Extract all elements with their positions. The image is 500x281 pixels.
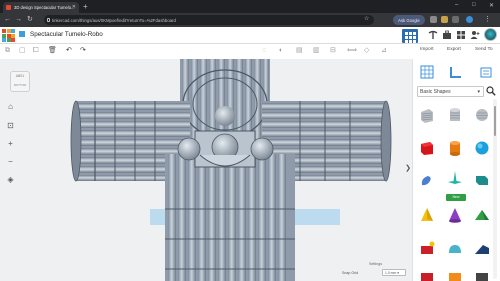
new-badge: New (446, 194, 466, 201)
designs-menu-icon[interactable] (19, 31, 25, 37)
3d-workplane-viewport[interactable]: ABS1 BOTTOM ⌂ ⊡ + − ◈ Settings Snap Grid… (0, 59, 412, 281)
shape-partial-orange[interactable] (446, 268, 464, 281)
panel-scrollbar-thumb[interactable] (494, 106, 496, 136)
lock-icon (47, 17, 50, 22)
close-window-button[interactable]: ✕ (489, 2, 494, 9)
shape-cone-purple[interactable] (446, 206, 464, 224)
pickaxe-icon[interactable] (428, 30, 438, 40)
zoom-out-icon[interactable]: − (6, 157, 15, 166)
ask-google-button[interactable]: Ask Google (393, 15, 425, 25)
export-button[interactable]: Export (447, 47, 461, 52)
shape-text-red[interactable] (418, 240, 436, 258)
shape-partial-red[interactable] (418, 268, 436, 281)
add-user-icon[interactable] (470, 30, 480, 40)
shape-cylinder-orange[interactable] (446, 139, 464, 157)
browser-tab[interactable]: 3D design Spectacular Tumelo... ✕ (3, 2, 79, 13)
maximize-button[interactable]: □ (472, 2, 476, 8)
new-tab-button[interactable]: + (83, 2, 88, 11)
app-header: Spectacular Tumelo-Robo (0, 27, 500, 44)
perspective-icon[interactable]: ◈ (6, 175, 15, 184)
align-icon[interactable]: ▤ (296, 47, 303, 55)
extension-icon[interactable] (430, 16, 437, 23)
forward-icon[interactable]: → (15, 15, 22, 25)
robot-3d-model[interactable] (0, 59, 412, 281)
import-button[interactable]: Import (420, 47, 434, 52)
shape-box-striped[interactable] (418, 106, 436, 124)
snap-grid-select[interactable]: 1.0 mm ▾ (382, 269, 406, 276)
browser-menu-icon[interactable]: ⋮ (484, 15, 491, 25)
shape-sphere-striped[interactable] (473, 106, 491, 124)
3d-view-button[interactable] (402, 29, 418, 43)
zoom-in-icon[interactable]: + (6, 139, 15, 148)
import-export-bar: Import Export Send To (412, 44, 500, 59)
fit-view-icon[interactable]: ⊡ (6, 121, 15, 130)
url-text: tinkercad.com/things/aus/0KMpoef/edit?re… (52, 17, 176, 23)
minimize-button[interactable]: – (455, 2, 458, 8)
reload-icon[interactable]: ↻ (27, 15, 33, 25)
grid-workplane-icon[interactable] (420, 65, 434, 79)
shape-pyramid-yellow[interactable] (418, 206, 436, 224)
duplicate-icon[interactable]: ⧠ (33, 47, 39, 55)
workplane-icon[interactable]: ◇ (364, 47, 369, 55)
shape-sphere-blue[interactable] (473, 139, 491, 157)
view-cube[interactable]: ABS1 BOTTOM (10, 71, 30, 92)
address-bar[interactable]: tinkercad.com/things/aus/0KMpoef/edit?re… (44, 15, 374, 25)
shape-cylinder-striped[interactable] (446, 106, 464, 124)
snap-grid-label: Snap Grid (342, 271, 359, 275)
group-icon[interactable]: ▥ (313, 47, 320, 55)
briefcase-icon[interactable] (442, 30, 452, 40)
collapse-panel-icon[interactable]: ❯ (404, 160, 412, 178)
mirror-icon[interactable]: ⟺ (347, 47, 357, 55)
shape-library-select[interactable]: Basic Shapes ▾ (417, 86, 484, 97)
notes-icon[interactable] (479, 65, 493, 79)
chevron-down-icon: ▾ (477, 89, 480, 95)
user-avatar[interactable] (484, 28, 497, 41)
tinkercad-favicon-icon (6, 5, 11, 10)
top-cylinder-stack (180, 59, 270, 139)
back-icon[interactable]: ← (4, 15, 11, 25)
settings-link[interactable]: Settings (369, 262, 382, 266)
search-icon[interactable] (486, 86, 496, 96)
shape-star-teal[interactable] (446, 170, 464, 188)
send-to-button[interactable]: Send To (475, 47, 493, 52)
shape-half-sphere-teal[interactable] (446, 240, 464, 258)
browser-toolbar: ← → ↻ tinkercad.com/things/aus/0KMpoef/e… (0, 13, 500, 27)
profile-icon[interactable] (466, 16, 473, 23)
view-cube-sub: BOTTOM (14, 83, 26, 87)
shape-roof-green[interactable] (473, 206, 491, 224)
view-cube-face: ABS1 (15, 74, 25, 78)
tinkercad-logo[interactable] (2, 29, 15, 42)
ask-google-label: Ask Google (398, 17, 420, 23)
extension-icon-2[interactable] (441, 16, 448, 23)
code-blocks-icon[interactable] (456, 30, 466, 40)
edit-toolbar: ⧉ ▢ ⧠ 🗑 ↶ ↷ ◌ ◐ ▤ ▥ ⊟ ⟺ ◇ ⊿ (0, 44, 412, 59)
bottom-cylinder-stack (165, 154, 295, 281)
bookmark-star-icon[interactable]: ☆ (364, 15, 369, 22)
design-title[interactable]: Spectacular Tumelo-Robo (30, 31, 103, 38)
ruler-corner-icon[interactable] (449, 65, 463, 79)
undo-icon[interactable]: ↶ (66, 47, 72, 55)
light-bulb-icon[interactable]: ◌ (262, 47, 266, 55)
paste-icon[interactable]: ▢ (19, 47, 26, 55)
ruler-icon[interactable]: ⊿ (381, 47, 387, 55)
shape-library-value: Basic Shapes (420, 89, 451, 95)
redo-icon[interactable]: ↷ (80, 47, 86, 55)
delete-icon[interactable]: 🗑 (48, 47, 57, 55)
shape-box-red[interactable] (418, 139, 436, 157)
browser-tab-bar: 3D design Spectacular Tumelo... ✕ + – □ … (0, 0, 500, 13)
shape-letter-teal[interactable] (473, 172, 491, 190)
tab-title: 3D design Spectacular Tumelo... (14, 5, 75, 10)
ungroup-icon[interactable]: ⊟ (330, 47, 336, 55)
extensions-puzzle-icon[interactable] (452, 16, 459, 23)
close-tab-icon[interactable]: ✕ (72, 4, 76, 10)
shape-partial-dark[interactable] (473, 268, 491, 281)
shape-wedge-navy[interactable] (473, 240, 491, 258)
copy-icon[interactable]: ⧉ (5, 47, 10, 55)
shape-scribble-blue[interactable] (418, 172, 436, 190)
home-view-icon[interactable]: ⌂ (6, 102, 15, 111)
shape-toggle-icon[interactable]: ◐ (279, 47, 283, 55)
